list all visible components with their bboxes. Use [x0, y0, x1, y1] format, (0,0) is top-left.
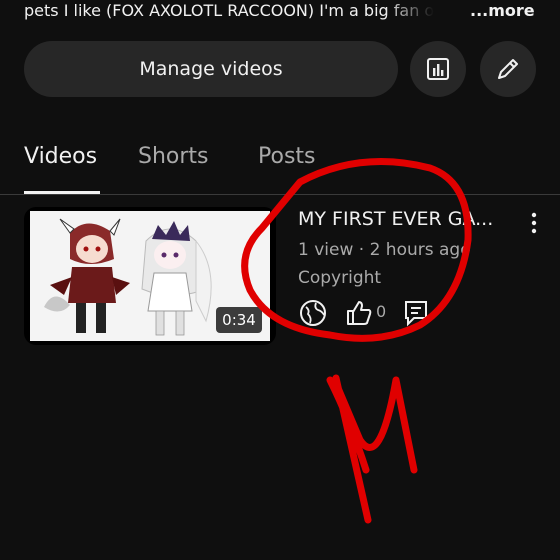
comments-icon: [405, 301, 427, 327]
video-title[interactable]: MY FIRST EVER GA...: [298, 208, 512, 230]
like-count: 0: [376, 302, 387, 321]
tab-posts[interactable]: Posts: [258, 144, 316, 169]
tab-videos[interactable]: Videos: [24, 144, 97, 169]
video-status: Copyright: [298, 268, 382, 288]
more-link[interactable]: ...more: [470, 0, 535, 22]
analytics-button[interactable]: [410, 41, 466, 97]
thumbs-up-icon: [347, 301, 372, 325]
channel-tabs: Videos Shorts Posts: [0, 132, 560, 195]
public-globe-icon: [300, 300, 326, 326]
tab-shorts[interactable]: Shorts: [138, 144, 209, 169]
active-tab-indicator: [24, 191, 100, 194]
duration-badge: 0:34: [216, 307, 262, 333]
video-meta: 1 view · 2 hours ago: [298, 240, 471, 260]
manage-videos-button[interactable]: Manage videos: [24, 41, 398, 97]
analytics-icon: [427, 58, 449, 80]
video-thumbnail[interactable]: 0:34: [24, 207, 276, 345]
edit-channel-button[interactable]: [480, 41, 536, 97]
channel-description[interactable]: pets I like (FOX AXOLOTL RACCOON) I'm a …: [24, 0, 544, 22]
more-options-icon[interactable]: [526, 211, 542, 235]
annotation-arrow: [326, 374, 418, 524]
description-text: pets I like (FOX AXOLOTL RACCOON) I'm a …: [24, 1, 435, 20]
pencil-icon: [498, 59, 518, 79]
